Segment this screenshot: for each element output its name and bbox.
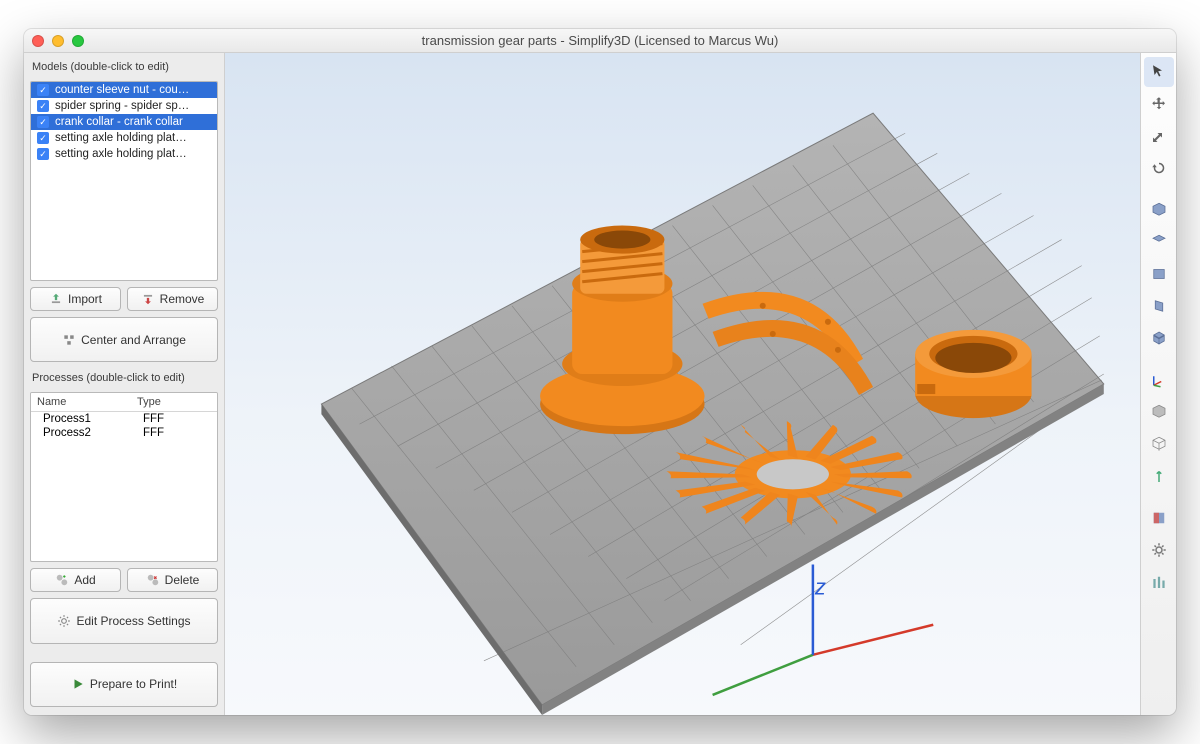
edit-label: Edit Process Settings: [76, 614, 190, 628]
center-icon: [62, 333, 76, 347]
rotate-icon: [1150, 159, 1168, 177]
model-item-label: spider spring - spider sp…: [55, 100, 189, 112]
checkbox-icon[interactable]: [37, 148, 49, 160]
3d-viewport[interactable]: z: [224, 53, 1140, 715]
import-label: Import: [68, 292, 102, 306]
model-list-item[interactable]: crank collar - crank collar: [31, 114, 217, 130]
models-list[interactable]: counter sleeve nut - cou… spider spring -…: [30, 81, 218, 281]
tool-normals[interactable]: [1144, 461, 1174, 491]
model-list-item[interactable]: setting axle holding plat…: [31, 146, 217, 162]
play-icon: [71, 677, 85, 691]
processes-list[interactable]: Name Type Process1FFFProcess2FFF: [30, 392, 218, 562]
process-type: FFF: [131, 426, 217, 440]
remove-label: Remove: [160, 292, 205, 306]
add-icon: [55, 573, 69, 587]
tool-scale[interactable]: [1144, 121, 1174, 151]
shaded-icon: [1150, 403, 1168, 421]
tool-axis-triad[interactable]: [1144, 365, 1174, 395]
view-iso-icon: [1150, 329, 1168, 347]
cross-section-icon: [1150, 509, 1168, 527]
process-type: FFF: [131, 412, 217, 426]
wireframe-icon: [1150, 435, 1168, 453]
move-icon: [1150, 95, 1168, 113]
model-list-item[interactable]: counter sleeve nut - cou…: [31, 82, 217, 98]
processes-panel-label: Processes (double-click to edit): [30, 368, 218, 386]
tool-wireframe[interactable]: [1144, 429, 1174, 459]
prepare-label: Prepare to Print!: [90, 677, 177, 691]
center-arrange-button[interactable]: Center and Arrange: [30, 317, 218, 362]
tool-view-iso[interactable]: [1144, 323, 1174, 353]
view-default-icon: [1150, 201, 1168, 219]
process-row[interactable]: Process1FFF: [31, 412, 217, 426]
model-item-label: setting axle holding plat…: [55, 148, 187, 160]
tool-shaded[interactable]: [1144, 397, 1174, 427]
tool-view-front[interactable]: [1144, 259, 1174, 289]
view-front-icon: [1150, 265, 1168, 283]
process-name: Process2: [31, 426, 131, 440]
process-row[interactable]: Process2FFF: [31, 426, 217, 440]
checkbox-icon[interactable]: [37, 116, 49, 128]
titlebar: transmission gear parts - Simplify3D (Li…: [24, 29, 1176, 53]
gear-icon: [57, 614, 71, 628]
model-item-label: counter sleeve nut - cou…: [55, 84, 189, 96]
axis-triad-icon: [1150, 371, 1168, 389]
view-side-icon: [1150, 297, 1168, 315]
model-list-item[interactable]: setting axle holding plat…: [31, 130, 217, 146]
tool-cross-section[interactable]: [1144, 503, 1174, 533]
model-item-label: setting axle holding plat…: [55, 132, 187, 144]
delete-label: Delete: [165, 573, 200, 587]
model-item-label: crank collar - crank collar: [55, 116, 183, 128]
process-header: Name Type: [31, 393, 217, 412]
tool-pointer[interactable]: [1144, 57, 1174, 87]
tool-supports[interactable]: [1144, 567, 1174, 597]
prepare-to-print-button[interactable]: Prepare to Print!: [30, 662, 218, 707]
model-crank-collar[interactable]: [915, 330, 1031, 418]
import-button[interactable]: Import: [30, 287, 121, 311]
checkbox-icon[interactable]: [37, 84, 49, 96]
tool-view-top[interactable]: [1144, 227, 1174, 257]
pointer-icon: [1150, 63, 1168, 81]
tool-rotate[interactable]: [1144, 153, 1174, 183]
app-window: transmission gear parts - Simplify3D (Li…: [24, 29, 1176, 715]
add-label: Add: [74, 573, 95, 587]
process-name: Process1: [31, 412, 131, 426]
tool-view-side[interactable]: [1144, 291, 1174, 321]
remove-icon: [141, 292, 155, 306]
delete-process-button[interactable]: Delete: [127, 568, 218, 592]
checkbox-icon[interactable]: [37, 100, 49, 112]
right-toolbar: [1140, 53, 1176, 715]
models-panel-label: Models (double-click to edit): [30, 57, 218, 75]
tool-move[interactable]: [1144, 89, 1174, 119]
window-title: transmission gear parts - Simplify3D (Li…: [24, 33, 1176, 48]
scale-icon: [1150, 127, 1168, 145]
tool-view-default[interactable]: [1144, 195, 1174, 225]
center-label: Center and Arrange: [81, 333, 186, 347]
settings-icon: [1150, 541, 1168, 559]
edit-process-settings-button[interactable]: Edit Process Settings: [30, 598, 218, 643]
remove-button[interactable]: Remove: [127, 287, 218, 311]
supports-icon: [1150, 573, 1168, 591]
col-name-header: Name: [31, 393, 131, 411]
view-top-icon: [1150, 233, 1168, 251]
model-list-item[interactable]: spider spring - spider sp…: [31, 98, 217, 114]
svg-text:z: z: [814, 575, 826, 600]
add-process-button[interactable]: Add: [30, 568, 121, 592]
normals-icon: [1150, 467, 1168, 485]
tool-settings[interactable]: [1144, 535, 1174, 565]
import-icon: [49, 292, 63, 306]
delete-icon: [146, 573, 160, 587]
col-type-header: Type: [131, 393, 217, 411]
checkbox-icon[interactable]: [37, 132, 49, 144]
sidebar: Models (double-click to edit) counter sl…: [24, 53, 224, 715]
